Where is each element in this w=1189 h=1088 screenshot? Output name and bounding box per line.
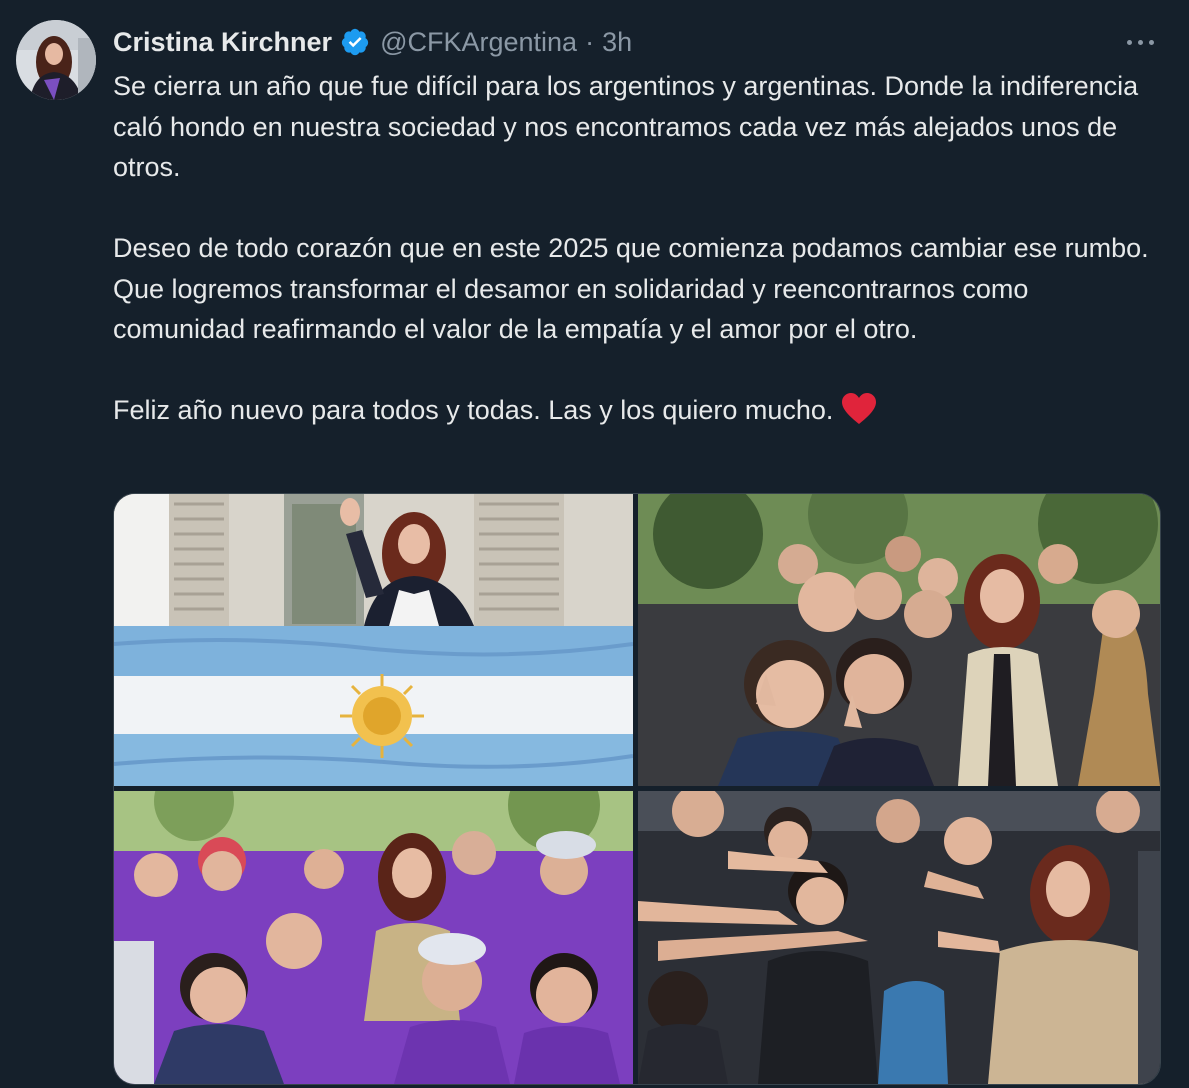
media-grid [113, 493, 1161, 1085]
media-photo-3[interactable] [114, 791, 633, 1084]
separator-dot: · [585, 26, 595, 57]
media-photo-4[interactable] [638, 791, 1160, 1084]
tweet-paragraph-3: Feliz año nuevo para todos y todas. Las … [113, 390, 1163, 431]
verified-badge-icon [340, 27, 370, 57]
tweet-paragraph-1: Se cierra un año que fue difícil para lo… [113, 71, 1139, 182]
tweet-paragraph-3-text: Feliz año nuevo para todos y todas. Las … [113, 395, 834, 425]
media-photo-1[interactable] [114, 494, 633, 786]
tweet-text: Se cierra un año que fue difícil para lo… [113, 66, 1163, 431]
tweet-header: Cristina Kirchner @CFKArgentina · 3h [113, 24, 632, 60]
tweet-paragraph-2: Deseo de todo corazón que en este 2025 q… [113, 233, 1149, 344]
author-display-name[interactable]: Cristina Kirchner [113, 27, 332, 58]
red-heart-emoji-icon [841, 392, 877, 426]
avatar-image [16, 20, 96, 100]
tweet-card[interactable]: Cristina Kirchner @CFKArgentina · 3h Se … [0, 0, 1189, 1088]
author-avatar[interactable] [16, 20, 96, 100]
more-options-icon[interactable] [1120, 30, 1160, 54]
author-handle[interactable]: @CFKArgentina [380, 27, 577, 58]
media-photo-2[interactable] [638, 494, 1160, 786]
tweet-timestamp[interactable]: 3h [602, 27, 632, 58]
